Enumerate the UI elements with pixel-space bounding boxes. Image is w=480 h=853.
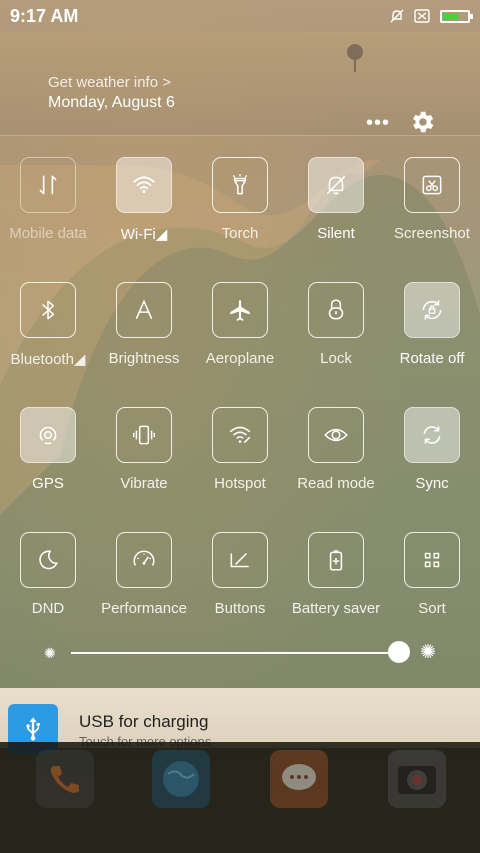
tile-label: Sync xyxy=(415,475,449,492)
tile-label: Bluetooth◢ xyxy=(10,351,86,368)
brightness-high-icon: ✺ xyxy=(420,642,436,663)
tile-lock[interactable]: Lock xyxy=(288,282,384,367)
dock xyxy=(0,742,480,853)
lock-icon[interactable] xyxy=(308,282,364,338)
tile-label: Aeroplane xyxy=(205,350,275,367)
tile-wifi[interactable]: Wi-Fi◢ xyxy=(96,157,192,243)
tile-bluetooth[interactable]: Bluetooth◢ xyxy=(0,282,96,368)
wifi-icon[interactable] xyxy=(116,157,172,213)
more-options-button[interactable]: ••• xyxy=(366,113,390,133)
tile-label: Buttons xyxy=(214,600,266,617)
vibrate-icon[interactable] xyxy=(116,407,172,463)
brightness-track[interactable] xyxy=(71,652,399,654)
tile-screenshot[interactable]: Screenshot xyxy=(384,157,480,242)
camera-app-icon[interactable] xyxy=(388,750,446,808)
tile-label: Rotate off xyxy=(399,350,465,367)
brightness-slider[interactable]: ✺ ✺ xyxy=(0,638,480,668)
gps-icon[interactable] xyxy=(20,407,76,463)
tile-battery-saver[interactable]: Battery saver xyxy=(288,532,384,617)
tile-label: Silent xyxy=(317,225,355,242)
dnd-icon[interactable] xyxy=(20,532,76,588)
silent-icon[interactable] xyxy=(308,157,364,213)
read-mode-icon[interactable] xyxy=(308,407,364,463)
tile-label: Performance xyxy=(101,600,187,617)
torch-icon[interactable] xyxy=(212,157,268,213)
rotate-icon[interactable] xyxy=(404,282,460,338)
brightness-icon[interactable] xyxy=(116,282,172,338)
battery-fill xyxy=(443,12,459,20)
tile-label: GPS xyxy=(32,475,64,492)
tile-label: Sort xyxy=(418,600,446,617)
weather-link[interactable]: Get weather info > xyxy=(48,74,171,91)
browser-app-icon[interactable] xyxy=(152,750,210,808)
messaging-app-icon[interactable] xyxy=(270,750,328,808)
status-bar: 9:17 AM xyxy=(0,0,480,32)
status-icons xyxy=(390,9,473,23)
tile-sync[interactable]: Sync xyxy=(384,407,480,492)
tile-mobile-data[interactable]: Mobile data xyxy=(0,157,96,242)
tile-label: Screenshot xyxy=(394,225,470,242)
tile-label: Torch xyxy=(221,225,259,242)
sync-icon[interactable] xyxy=(404,407,460,463)
brightness-thumb[interactable] xyxy=(388,641,410,663)
battery-icon xyxy=(440,9,473,23)
tile-label: Wi-Fi◢ xyxy=(120,226,168,243)
date-label: Monday, August 6 xyxy=(48,94,175,111)
tile-rotate[interactable]: Rotate off xyxy=(384,282,480,367)
tile-silent[interactable]: Silent xyxy=(288,157,384,242)
tile-dnd[interactable]: DND xyxy=(0,532,96,617)
silent-status-icon xyxy=(390,9,404,23)
usb-notification[interactable]: USB for charging Touch for more options xyxy=(0,688,480,754)
tile-performance[interactable]: Performance xyxy=(96,532,192,617)
phone-app-icon[interactable] xyxy=(36,750,94,808)
weather-illustration xyxy=(347,44,363,72)
performance-icon[interactable] xyxy=(116,532,172,588)
tile-label: Mobile data xyxy=(9,225,87,242)
battery-saver-icon[interactable] xyxy=(308,532,364,588)
notification-header: Get weather info > Monday, August 6 ••• xyxy=(0,32,480,136)
tile-label: Brightness xyxy=(108,350,180,367)
no-sim-icon xyxy=(414,9,430,23)
notification-title: USB for charging xyxy=(79,712,209,731)
tile-torch[interactable]: Torch xyxy=(192,157,288,242)
sort-icon[interactable] xyxy=(404,532,460,588)
tile-hotspot[interactable]: Hotspot xyxy=(192,407,288,492)
tile-label: Read mode xyxy=(297,475,375,492)
tile-aeroplane[interactable]: Aeroplane xyxy=(192,282,288,367)
tile-vibrate[interactable]: Vibrate xyxy=(96,407,192,492)
tile-label: Battery saver xyxy=(291,600,381,617)
tile-brightness[interactable]: Brightness xyxy=(96,282,192,367)
tile-gps[interactable]: GPS xyxy=(0,407,96,492)
tile-buttons[interactable]: Buttons xyxy=(192,532,288,617)
buttons-icon[interactable] xyxy=(212,532,268,588)
tile-sort[interactable]: Sort xyxy=(384,532,480,617)
settings-gear-icon[interactable] xyxy=(408,108,436,136)
hotspot-icon[interactable] xyxy=(212,407,268,463)
aeroplane-icon[interactable] xyxy=(212,282,268,338)
bluetooth-icon[interactable] xyxy=(20,282,76,338)
mobile-data-icon[interactable] xyxy=(20,157,76,213)
tile-label: DND xyxy=(31,600,65,617)
screenshot-icon[interactable] xyxy=(404,157,460,213)
status-time: 9:17 AM xyxy=(10,5,79,26)
tile-label: Lock xyxy=(320,350,352,367)
brightness-low-icon: ✺ xyxy=(44,645,56,661)
tile-label: Vibrate xyxy=(120,475,168,492)
tile-read-mode[interactable]: Read mode xyxy=(288,407,384,492)
tile-label: Hotspot xyxy=(214,475,266,492)
